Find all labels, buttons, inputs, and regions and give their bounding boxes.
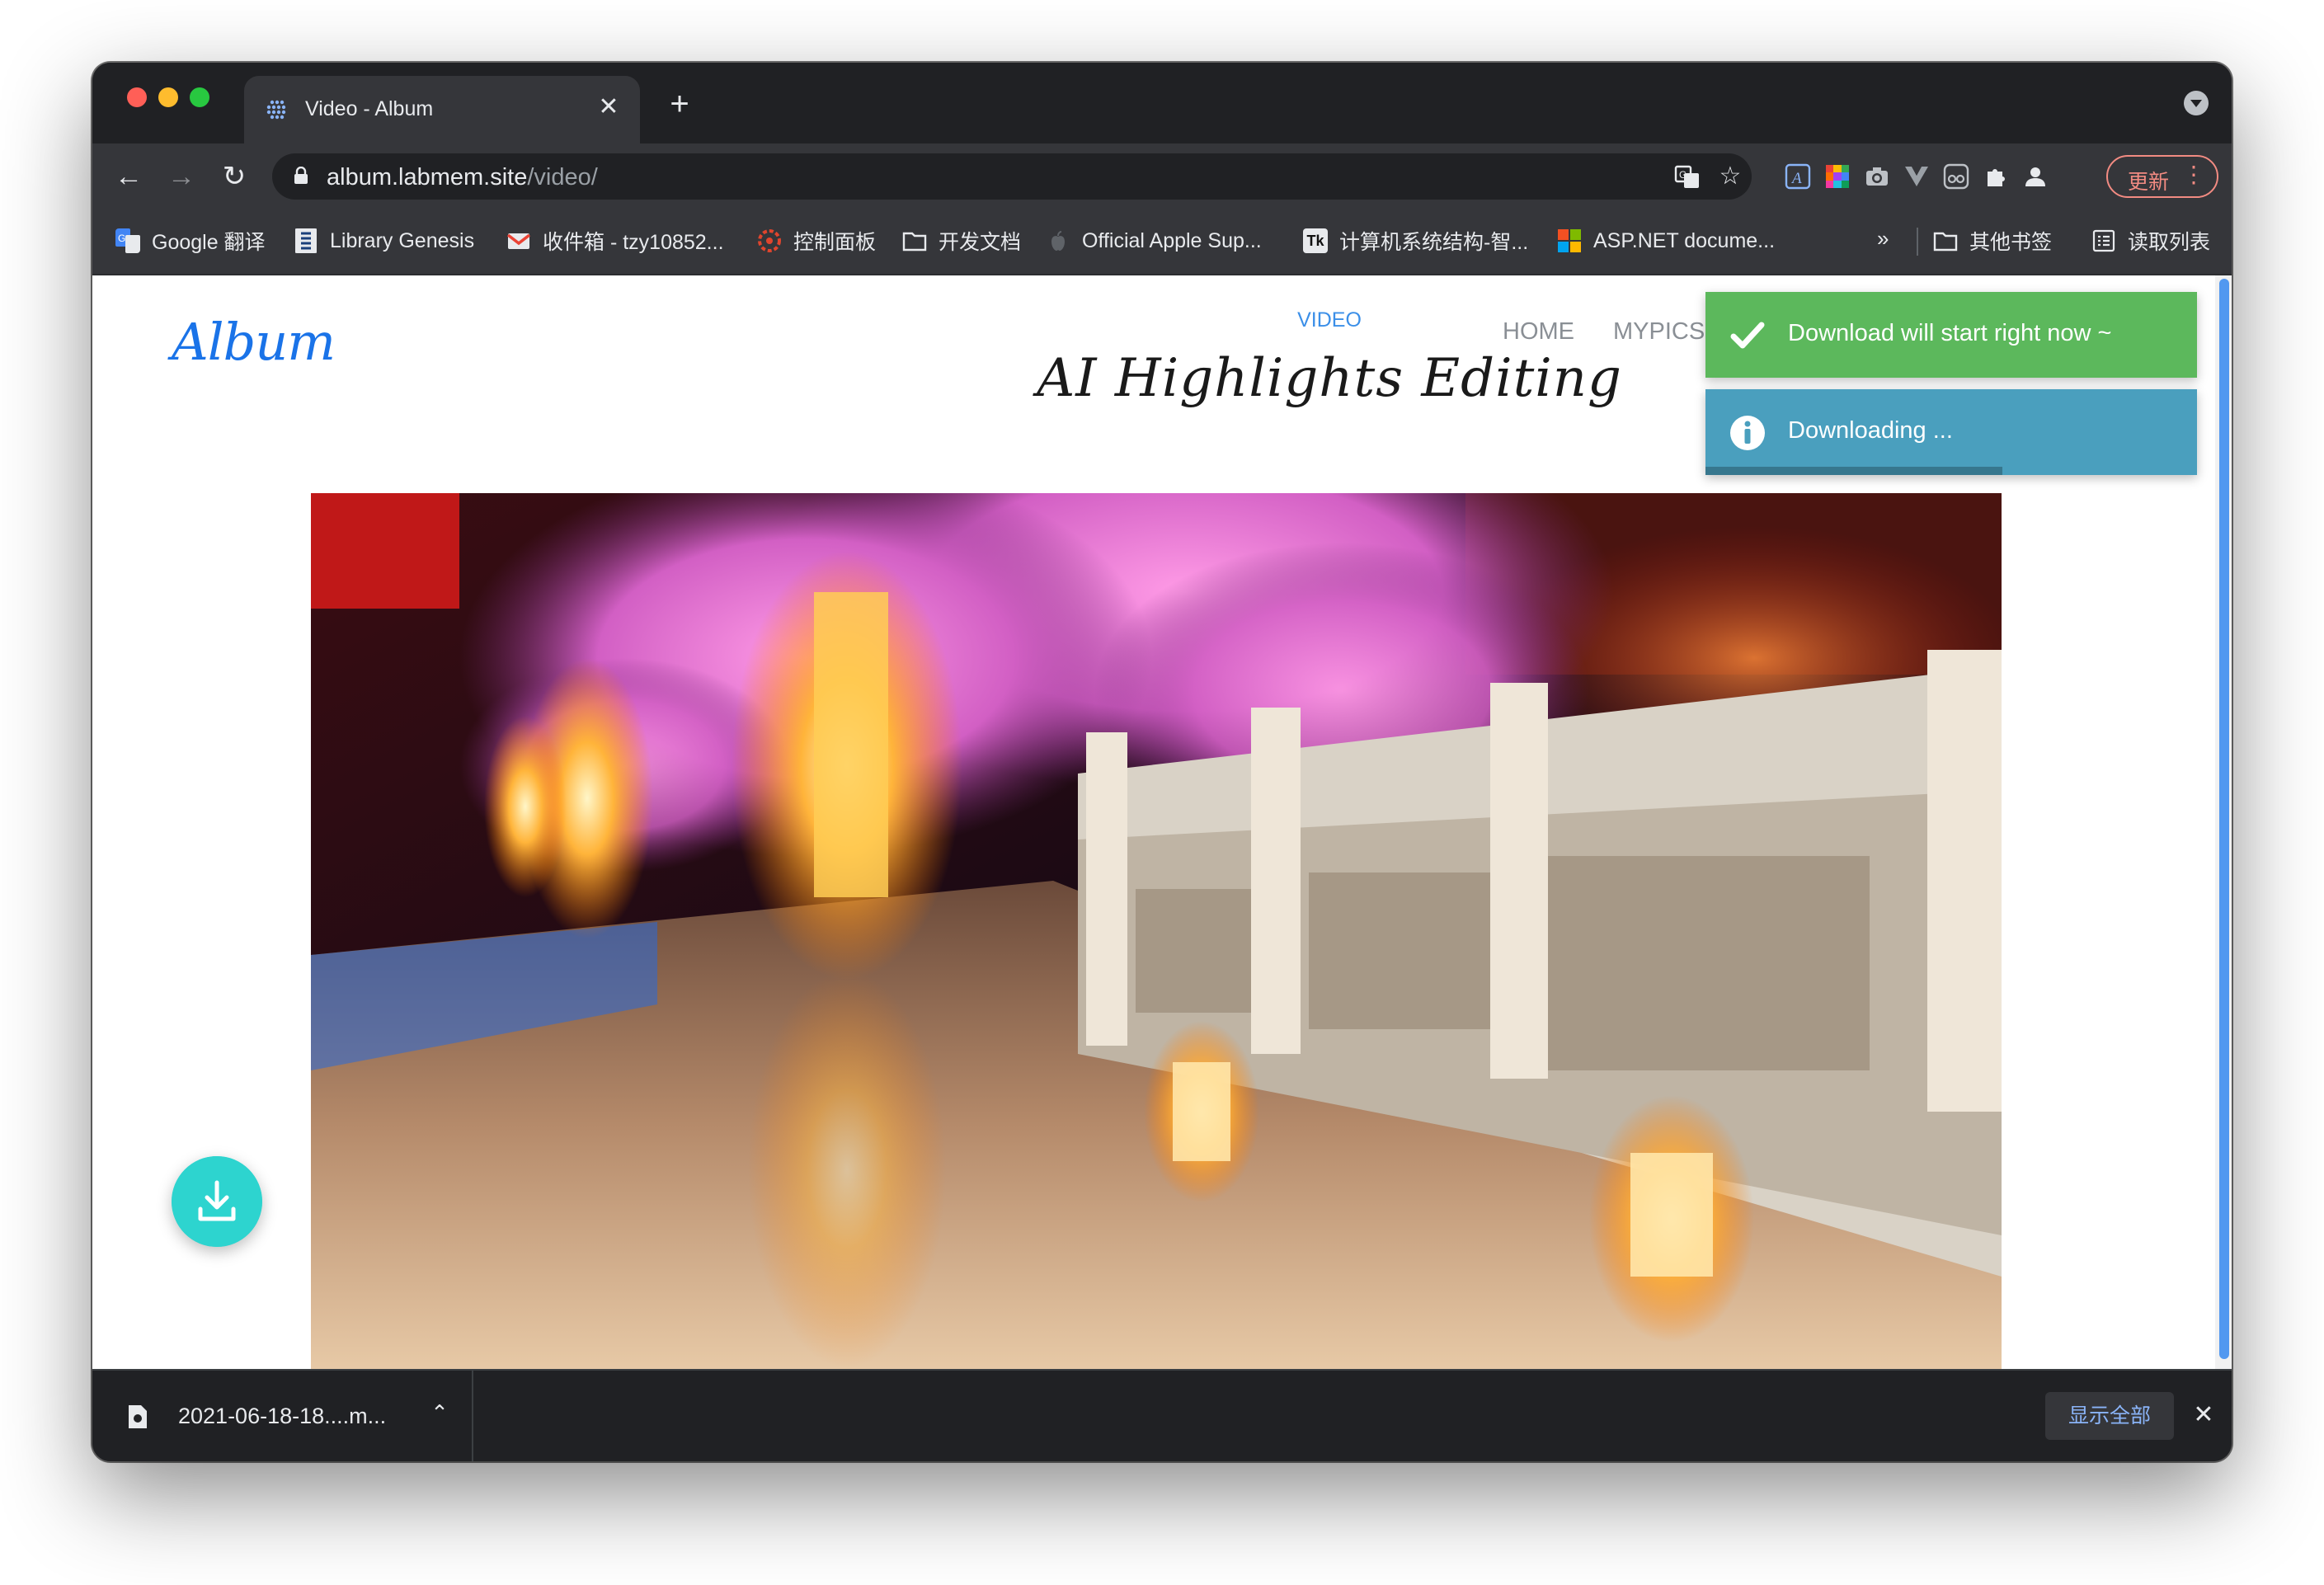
address-bar[interactable]: album.labmem.site/video/ G ☆ bbox=[272, 153, 1752, 200]
svg-text:G: G bbox=[1679, 169, 1687, 181]
update-button[interactable]: 更新 ⋮ bbox=[2106, 155, 2218, 198]
bookmark-aspnet-docs[interactable]: ASP.NET docume... bbox=[1557, 226, 1775, 256]
scrollbar[interactable] bbox=[2215, 275, 2232, 1369]
zoom-window-button[interactable] bbox=[190, 87, 209, 107]
control-panel-icon bbox=[758, 229, 781, 252]
profile-icon[interactable] bbox=[2019, 160, 2052, 193]
extension-font-icon[interactable]: A bbox=[1781, 160, 1814, 193]
bookmark-other-bookmarks[interactable]: 其他书签 bbox=[1933, 226, 2052, 256]
bookmark-label: 开发文档 bbox=[939, 231, 1022, 254]
bookmark-gmail-inbox[interactable]: 收件箱 - tzy10852... bbox=[506, 226, 724, 256]
browser-window: Video - Album ✕ + ← → ↻ album.labmem.sit… bbox=[92, 63, 2232, 1461]
bookmark-computer-architecture[interactable]: Tk 计算机系统结构-智... bbox=[1303, 226, 1528, 256]
vue-devtools-icon[interactable] bbox=[1900, 160, 1933, 193]
bookmark-label: 控制面板 bbox=[793, 231, 877, 254]
page-content: Album VIDEO AI Highlights Editing HOME M… bbox=[92, 275, 2232, 1369]
bookmark-folder-dev-docs[interactable]: 开发文档 bbox=[902, 226, 1021, 256]
gmail-icon bbox=[506, 233, 531, 249]
svg-text:A: A bbox=[1790, 170, 1802, 187]
title-bar: Video - Album ✕ + bbox=[92, 63, 2232, 143]
url-text[interactable]: album.labmem.site/video/ bbox=[327, 164, 598, 191]
tab-search-icon[interactable] bbox=[2184, 91, 2209, 115]
nav-mypics-link[interactable]: MYPICS bbox=[1613, 318, 1705, 346]
file-icon bbox=[129, 1405, 147, 1428]
download-filename: 2021-06-18-18....m... bbox=[178, 1404, 387, 1428]
chevron-up-icon[interactable]: ⌃ bbox=[427, 1400, 452, 1425]
download-shelf: 2021-06-18-18....m... ⌃ 显示全部 ✕ bbox=[92, 1369, 2232, 1461]
bookmark-label: 读取列表 bbox=[2128, 231, 2211, 254]
reload-icon[interactable]: ↻ bbox=[216, 158, 252, 195]
bookmark-label: Library Genesis bbox=[330, 228, 475, 252]
url-host: album.labmem.site bbox=[327, 164, 528, 190]
toolbar: ← → ↻ album.labmem.site/video/ G ☆ A 更新 … bbox=[92, 143, 2232, 209]
close-shelf-icon[interactable]: ✕ bbox=[2189, 1400, 2218, 1430]
bookmarks-bar: G Google 翻译 Library Genesis 收件箱 - tzy108… bbox=[92, 209, 2232, 275]
toast-success[interactable]: Download will start right now ~ bbox=[1705, 292, 2197, 378]
url-path: /video/ bbox=[527, 164, 598, 190]
bookmark-apple-support[interactable]: Official Apple Sup... bbox=[1046, 226, 1262, 256]
bookmark-label: 其他书签 bbox=[1969, 231, 2053, 254]
folder-icon bbox=[1933, 232, 1958, 252]
folder-icon bbox=[902, 232, 927, 252]
puzzle-extensions-icon[interactable] bbox=[1979, 160, 2012, 193]
bookmark-star-icon[interactable]: ☆ bbox=[1715, 162, 1745, 191]
bookmarks-overflow-icon[interactable]: » bbox=[1877, 226, 1889, 252]
glasses-extension-icon[interactable] bbox=[1940, 160, 1973, 193]
back-arrow-icon[interactable]: ← bbox=[111, 158, 147, 195]
update-label: 更新 bbox=[2128, 171, 2170, 194]
checkmark-icon bbox=[1730, 322, 1765, 349]
info-icon bbox=[1730, 416, 1765, 450]
menu-dots-icon: ⋮ bbox=[2182, 162, 2205, 187]
apple-icon bbox=[1051, 231, 1065, 251]
toast-info[interactable]: Downloading ... bbox=[1705, 389, 2197, 475]
bookmark-label: Official Apple Sup... bbox=[1082, 228, 1262, 252]
site-logo[interactable]: Album bbox=[172, 312, 336, 372]
translate-icon[interactable]: G bbox=[1672, 162, 1702, 191]
bookmark-control-panel[interactable]: 控制面板 bbox=[757, 226, 876, 256]
forward-arrow-icon[interactable]: → bbox=[163, 158, 200, 195]
library-genesis-icon bbox=[295, 228, 317, 253]
page-subtitle: VIDEO bbox=[1297, 308, 1362, 332]
tab-close-icon[interactable]: ✕ bbox=[594, 92, 623, 122]
nav-home-link[interactable]: HOME bbox=[1503, 318, 1574, 346]
cherry-blossom-lantern-courtyard-image[interactable] bbox=[311, 493, 2002, 1369]
camera-icon[interactable] bbox=[1861, 160, 1894, 193]
bookmark-label: 计算机系统结构-智... bbox=[1339, 231, 1529, 254]
bookmark-label: ASP.NET docume... bbox=[1593, 228, 1776, 252]
google-translate-icon: G bbox=[115, 228, 140, 253]
color-palette-icon[interactable] bbox=[1821, 160, 1854, 193]
bookmark-reading-list[interactable]: 读取列表 bbox=[2091, 226, 2210, 256]
scrollbar-thumb[interactable] bbox=[2219, 279, 2229, 1359]
minimize-window-button[interactable] bbox=[158, 87, 178, 107]
download-item[interactable]: 2021-06-18-18....m... ⌃ bbox=[92, 1371, 473, 1461]
bookmark-label: Google 翻译 bbox=[152, 231, 266, 254]
bookmarks-divider bbox=[1917, 228, 1918, 256]
download-fab-icon[interactable] bbox=[172, 1156, 262, 1247]
toast-message: Download will start right now ~ bbox=[1788, 320, 2112, 346]
svg-text:G: G bbox=[118, 233, 125, 244]
microsoft-icon bbox=[1558, 229, 1581, 252]
bookmark-google-translate[interactable]: G Google 翻译 bbox=[115, 226, 266, 256]
close-window-button[interactable] bbox=[127, 87, 147, 107]
album-favicon-icon bbox=[266, 100, 286, 120]
new-tab-button[interactable]: + bbox=[661, 86, 698, 122]
show-all-downloads-button[interactable]: 显示全部 bbox=[2045, 1392, 2174, 1440]
toast-progress-bar bbox=[1705, 467, 2002, 475]
tab-video-album[interactable]: Video - Album ✕ bbox=[244, 76, 640, 143]
bookmark-library-genesis[interactable]: Library Genesis bbox=[294, 226, 474, 256]
lock-icon[interactable] bbox=[294, 167, 308, 185]
toast-message: Downloading ... bbox=[1788, 417, 1953, 444]
tab-title: Video - Album bbox=[305, 97, 434, 120]
bookmark-label: 收件箱 - tzy10852... bbox=[543, 231, 724, 254]
tk-icon: Tk bbox=[1303, 228, 1328, 253]
reading-list-icon bbox=[2092, 229, 2115, 252]
page-title: AI Highlights Editing bbox=[1037, 348, 1622, 409]
